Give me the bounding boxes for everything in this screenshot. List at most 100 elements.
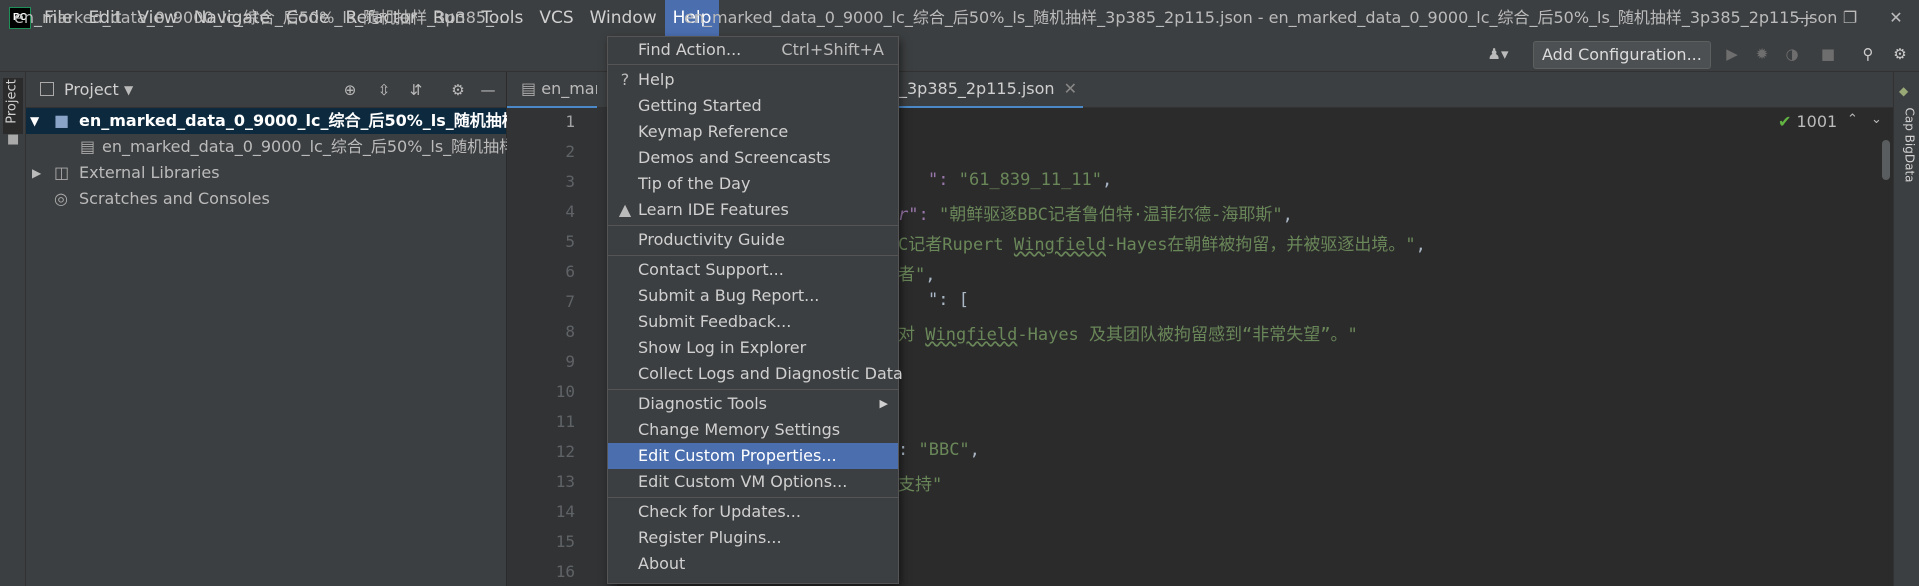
close-tab-icon[interactable]: ✕ [1064, 79, 1077, 98]
menu-window[interactable]: Window [582, 0, 665, 36]
next-highlight-icon[interactable]: ⌄ [1871, 112, 1882, 127]
left-tool-stripe [0, 72, 26, 586]
previous-highlight-icon[interactable]: ⌃ [1847, 112, 1858, 127]
minimize-icon[interactable]: — [1781, 0, 1827, 36]
menu-separator [608, 255, 898, 256]
library-icon: ◫ [54, 163, 70, 182]
find-action-item[interactable]: Find Action... Ctrl+Shift+A [608, 37, 898, 63]
change-memory-item[interactable]: Change Memory Settings [608, 417, 898, 443]
expand-all-icon[interactable]: ⇳ [372, 78, 396, 102]
line-number: 8 [565, 322, 575, 341]
expand-arrow-icon: ▼ [30, 114, 40, 128]
edit-custom-vm-item[interactable]: Edit Custom VM Options... [608, 469, 898, 495]
code-line-3: ": "61_839_11_11", [928, 170, 1113, 190]
line-number: 1 [565, 112, 575, 131]
submenu-arrow-icon: ▶ [879, 397, 888, 410]
project-view-icon [40, 82, 54, 96]
collapsed-arrow-icon: ▶ [32, 166, 42, 180]
line-number: 12 [555, 442, 575, 461]
add-configuration-button[interactable]: Add Configuration... [1533, 41, 1711, 69]
editor-scrollbar[interactable] [1882, 140, 1890, 180]
line-number: 7 [565, 292, 575, 311]
line-number: 5 [565, 232, 575, 251]
code-line-5: C记者Rupert Wingfield-Hayes在朝鲜被拘留，并被驱逐出境。"… [898, 235, 1426, 255]
productivity-guide-item[interactable]: Productivity Guide [608, 227, 898, 253]
menu-separator [608, 389, 898, 390]
graduation-cap-icon: ▲ [618, 200, 632, 219]
line-number: 14 [555, 502, 575, 521]
window-title: en_marked_data_0_9000_lc_综合_后50%_ls_随机抽样… [684, 8, 1838, 27]
about-item[interactable]: About [608, 551, 898, 577]
project-tree: ▼ ■ en_marked_data_0_9000_lc_综合_后50%_ls_… [26, 108, 582, 586]
stop-icon[interactable]: ■ [1816, 42, 1840, 66]
diagnostic-tools-item[interactable]: Diagnostic Tools ▶ [608, 391, 898, 417]
tree-item-scratches[interactable]: ◎ Scratches and Consoles [26, 186, 506, 212]
gear-icon[interactable]: ⚙ [446, 78, 470, 102]
check-updates-item[interactable]: Check for Updates... [608, 499, 898, 525]
line-number: 11 [555, 412, 575, 431]
hide-icon[interactable]: — [476, 78, 500, 102]
line-number: 4 [565, 202, 575, 221]
collapse-all-icon[interactable]: ⇵ [404, 78, 428, 102]
folder-icon: ■ [7, 132, 20, 147]
coverage-icon[interactable]: ◑ [1780, 42, 1804, 66]
submit-bug-report-item[interactable]: Submit a Bug Report... [608, 283, 898, 309]
check-icon: ✔ [1778, 112, 1792, 131]
restore-icon[interactable]: ❐ [1827, 0, 1873, 36]
line-number: 13 [555, 472, 575, 491]
register-plugins-item[interactable]: Register Plugins... [608, 525, 898, 551]
code-line-6: 者", [898, 265, 936, 285]
chevron-down-icon[interactable]: ▼ [124, 72, 133, 108]
tree-item-project-root[interactable]: ▼ ■ en_marked_data_0_9000_lc_综合_后50%_ls_… [26, 108, 582, 134]
show-log-item[interactable]: Show Log in Explorer [608, 335, 898, 361]
project-panel-title[interactable]: Project [64, 72, 119, 108]
question-icon: ? [620, 70, 630, 89]
learn-ide-features-item[interactable]: ▲ Learn IDE Features [608, 197, 898, 223]
keymap-reference-item[interactable]: Keymap Reference [608, 119, 898, 145]
menu-vcs[interactable]: VCS [531, 0, 581, 36]
line-number: 9 [565, 352, 575, 371]
getting-started-item[interactable]: Getting Started [608, 93, 898, 119]
editor-tab-1[interactable]: ▤ en_mark [507, 72, 597, 108]
bigdata-icon: ◆ [1899, 84, 1909, 98]
tree-item-json-file[interactable]: ▤ en_marked_data_0_9000_lc_综合_后50%_ls_随机… [26, 134, 544, 160]
bigdata-stripe-label[interactable]: Cap BigData [1903, 108, 1917, 183]
line-number: 2 [565, 142, 575, 161]
editor-tab-2[interactable]: _3p385_2p115.json ✕ [899, 72, 1083, 108]
help-menu-dropdown: Find Action... Ctrl+Shift+A ? Help Getting… [607, 36, 903, 584]
run-icon[interactable]: ▶ [1720, 42, 1744, 66]
menu-separator [608, 225, 898, 226]
user-icon[interactable]: ♟▾ [1486, 42, 1510, 66]
search-icon[interactable]: ⚲ [1856, 42, 1880, 66]
code-line-7: ": [ [928, 290, 969, 310]
code-line-4: r": "朝鲜驱逐BBC记者鲁伯特·温菲尔德-海耶斯", [898, 205, 1293, 225]
line-number: 15 [555, 532, 575, 551]
folder-icon: ■ [54, 111, 70, 130]
line-number: 10 [555, 382, 575, 401]
line-number: 16 [555, 562, 575, 581]
menu-separator [608, 64, 898, 65]
debug-icon[interactable]: ✹ [1750, 42, 1774, 66]
json-file-icon: ▤ [521, 79, 537, 98]
locate-icon[interactable]: ⊕ [338, 78, 362, 102]
settings-gear-icon[interactable]: ⚙ [1888, 42, 1912, 66]
tip-of-day-item[interactable]: Tip of the Day [608, 171, 898, 197]
collect-logs-item[interactable]: Collect Logs and Diagnostic Data [608, 361, 903, 387]
line-number: 3 [565, 172, 575, 191]
help-item[interactable]: ? Help [608, 67, 898, 93]
tree-item-external-libraries[interactable]: ▶ ◫ External Libraries [26, 160, 506, 186]
demos-screencasts-item[interactable]: Demos and Screencasts [608, 145, 898, 171]
submit-feedback-item[interactable]: Submit Feedback... [608, 309, 898, 335]
line-number: 6 [565, 262, 575, 281]
edit-custom-properties-item[interactable]: Edit Custom Properties... [608, 443, 898, 469]
json-file-icon: ▤ [80, 137, 96, 156]
contact-support-item[interactable]: Contact Support... [608, 257, 898, 283]
close-window-icon[interactable]: ✕ [1873, 0, 1919, 36]
scratches-icon: ◎ [54, 189, 68, 208]
code-line-8: 对 Wingfield-Hayes 及其团队被拘留感到“非常失望”。" [898, 325, 1358, 345]
code-line-12: : "BBC", [898, 440, 980, 460]
project-stripe-label: Project [4, 79, 20, 124]
inspections-widget[interactable]: ✔ 1001 [1778, 112, 1837, 131]
breadcrumb-file[interactable]: en_marked_data_0_9000_lc_综合_后50%_ls_随机抽样… [14, 0, 509, 36]
menu-separator [608, 497, 898, 498]
